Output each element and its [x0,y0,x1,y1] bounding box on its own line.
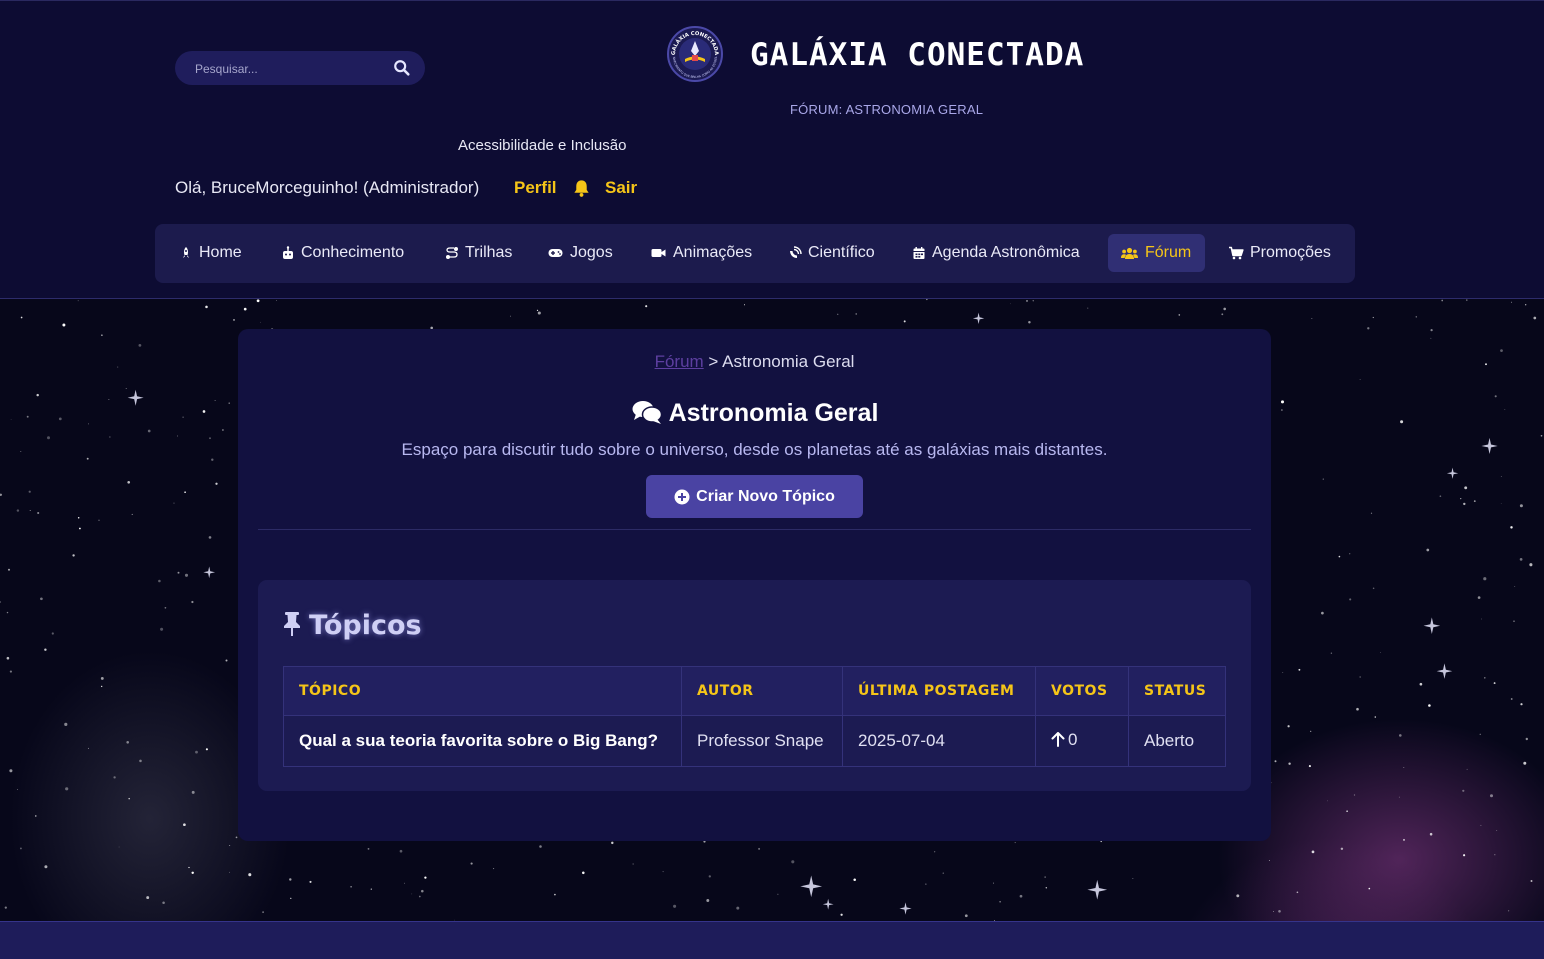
column-header-topic[interactable]: TÓPICO [283,666,682,716]
cart-icon [1229,246,1244,260]
comments-icon [632,401,662,424]
table-row[interactable]: Qual a sua teoria favorita sobre o Big B… [283,715,1226,767]
search-box [175,51,425,85]
vote-control[interactable]: 0 [1051,730,1077,750]
table-header-row: TÓPICO AUTOR ÚLTIMA POSTAGEM VOTOS STATU… [283,666,1226,716]
footer [0,921,1544,959]
topic-title-link[interactable]: Qual a sua teoria favorita sobre o Big B… [283,715,682,767]
forum-subtitle: FÓRUM: ASTRONOMIA GERAL [790,102,984,117]
plus-circle-icon [674,489,690,504]
topic-author: Professor Snape [681,715,843,767]
nav-item-trilhas[interactable]: Trilhas [433,234,524,272]
topics-heading: Tópicos [283,610,422,641]
nav-label: Trilhas [465,244,513,261]
nav-item-animacoes[interactable]: Animações [638,234,764,272]
nav-item-forum[interactable]: Fórum [1108,234,1205,272]
satellite-dish-icon [790,246,802,258]
profile-link[interactable]: Perfil [514,178,557,198]
column-header-status[interactable]: STATUS [1128,666,1226,716]
nav-label: Promoções [1250,244,1331,261]
rocket-icon [183,247,189,258]
nav-label: Jogos [570,244,613,261]
calendar-icon [913,247,925,259]
vote-count: 0 [1068,729,1078,749]
nav-label: Agenda Astronômica [932,244,1080,261]
nav-item-promocoes[interactable]: Promoções [1216,234,1343,272]
topic-votes: 0 [1035,715,1129,767]
nav-item-agenda[interactable]: Agenda Astronômica [900,234,1092,272]
site-title: GALÁXIA CONECTADA [750,37,1085,73]
nav-label: Home [199,244,242,261]
arrow-up-icon[interactable] [1051,732,1065,748]
user-greeting: Olá, BruceMorceguinho! (Administrador) [175,178,480,197]
nav-item-conhecimento[interactable]: Conhecimento [269,234,416,272]
topics-panel: Tópicos TÓPICO AUTOR ÚLTIMA POSTAGEM VOT… [258,580,1251,791]
breadcrumb-forum-link[interactable]: Fórum [655,352,704,371]
topics-table: TÓPICO AUTOR ÚLTIMA POSTAGEM VOTOS STATU… [283,666,1226,767]
nav-label: Conhecimento [301,244,405,261]
topics-heading-text: Tópicos [309,610,422,641]
forum-title: Astronomia Geral [238,399,1271,428]
column-header-last-post[interactable]: ÚLTIMA POSTAGEM [842,666,1036,716]
topic-status: Aberto [1128,715,1226,767]
breadcrumb-current: Astronomia Geral [722,352,855,371]
column-header-author[interactable]: AUTOR [681,666,843,716]
search-icon[interactable] [393,59,411,77]
nav-item-jogos[interactable]: Jogos [535,234,625,272]
nav-label: Animações [673,244,753,261]
breadcrumb-separator: > [708,352,719,371]
forum-title-text: Astronomia Geral [668,399,879,427]
search-input[interactable] [193,59,387,79]
thumbtack-icon [284,612,300,636]
divider [258,529,1251,530]
topic-last-post: 2025-07-04 [842,715,1036,767]
forum-description: Espaço para discutir tudo sobre o univer… [401,440,1108,459]
main-nav: Home Conhecimento Trilhas Jogos Animaçõe… [155,224,1355,283]
video-icon [651,249,666,257]
nav-label: Fórum [1145,244,1192,261]
nav-label: Científico [808,244,875,261]
column-header-votes[interactable]: VOTOS [1035,666,1129,716]
nav-item-home[interactable]: Home [167,234,254,272]
create-topic-label: Criar Novo Tópico [696,487,835,505]
nav-item-cientifico[interactable]: Científico [776,234,887,272]
accessibility-link[interactable]: Acessibilidade e Inclusão [458,137,626,154]
breadcrumb: Fórum > Astronomia Geral [238,352,1271,372]
bell-icon[interactable] [572,178,591,198]
site-header: GALÁXIA CONECTADA CONHECIMENTO QUE BRILH… [0,0,1544,300]
users-icon [1121,247,1138,259]
gamepad-icon [548,249,563,257]
logout-link[interactable]: Sair [605,178,637,198]
create-topic-button[interactable]: Criar Novo Tópico [646,475,863,518]
route-icon [446,247,458,259]
robot-icon [283,246,293,259]
site-logo[interactable]: GALÁXIA CONECTADA CONHECIMENTO QUE BRILH… [665,25,725,83]
forum-card: Fórum > Astronomia Geral Astronomia Gera… [238,329,1271,841]
